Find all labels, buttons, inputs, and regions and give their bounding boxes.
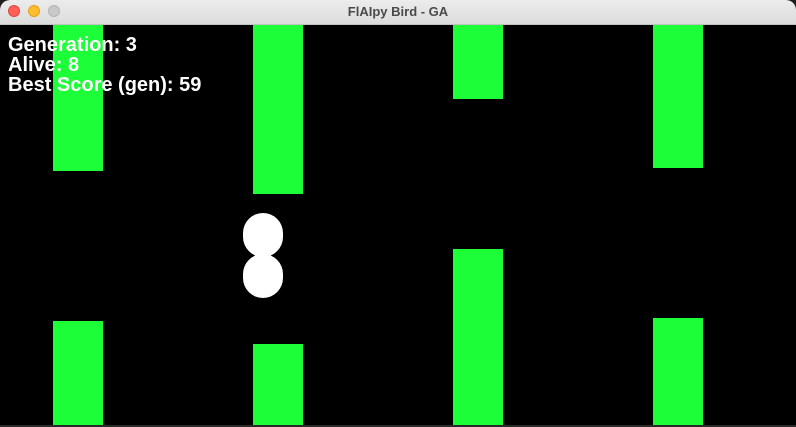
bird <box>243 213 283 257</box>
best-score-text: Best Score (gen): 59 <box>8 74 202 96</box>
pipe-top <box>253 25 303 194</box>
app-window: FlAIpy Bird - GA Generation: 3 Alive: 8 … <box>0 0 796 427</box>
title-bar: FlAIpy Bird - GA <box>0 0 796 25</box>
generation-text: Generation: 3 <box>8 34 137 56</box>
window-title: FlAIpy Bird - GA <box>347 4 449 19</box>
game-canvas[interactable]: Generation: 3 Alive: 8 Best Score (gen):… <box>0 25 796 425</box>
bird <box>243 254 283 298</box>
pipe-bottom <box>453 249 503 425</box>
alive-text: Alive: 8 <box>8 54 80 76</box>
pipe-bottom <box>253 344 303 425</box>
pipe-bottom <box>653 318 703 425</box>
pipe-top <box>653 25 703 168</box>
pipe-top <box>453 25 503 99</box>
hud: Generation: 3 Alive: 8 Best Score (gen):… <box>8 35 201 95</box>
pipe-bottom <box>53 321 103 425</box>
